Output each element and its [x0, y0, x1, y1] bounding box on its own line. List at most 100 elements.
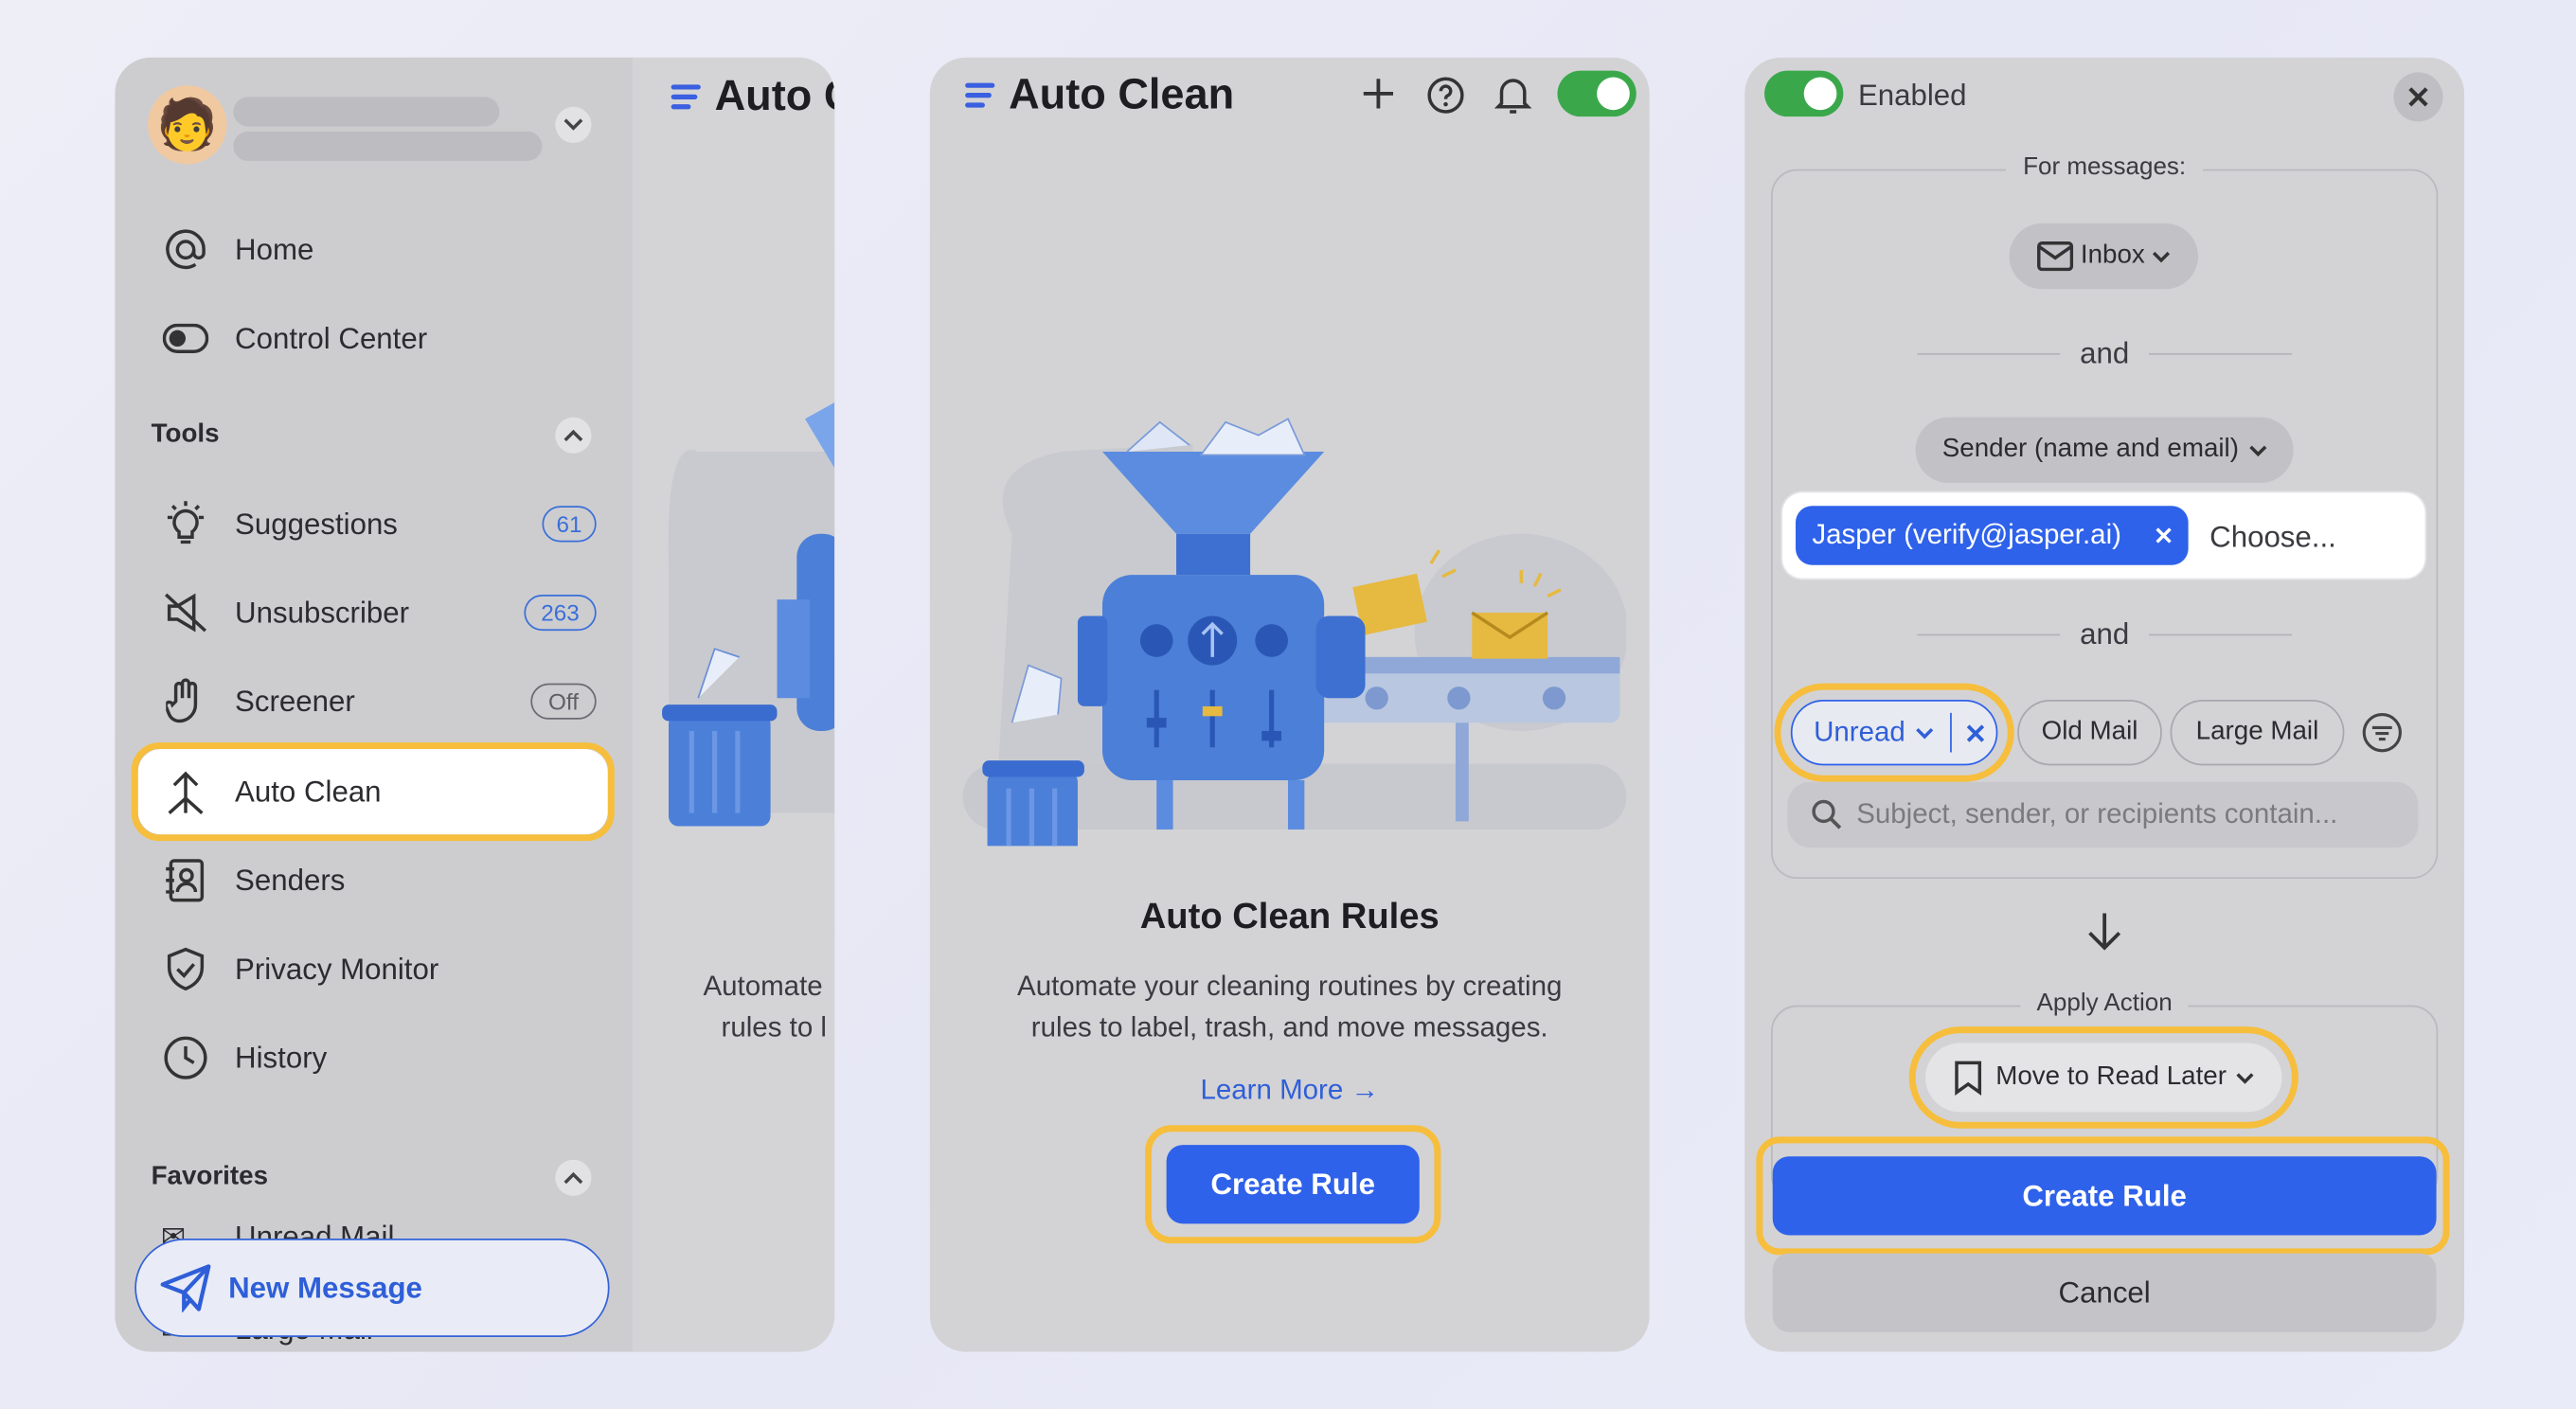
tools-collapse-chevron-icon[interactable] [555, 417, 592, 454]
unread-filter-chip[interactable]: Unread [1790, 699, 1998, 766]
sidebar-item-senders[interactable]: Senders [161, 847, 597, 913]
sidebar-item-label: Auto Clean [235, 774, 382, 808]
learn-more-link[interactable]: Learn More → [930, 1074, 1650, 1107]
mute-megaphone-icon [161, 588, 210, 637]
help-icon[interactable] [1426, 76, 1466, 123]
old-mail-filter-chip[interactable]: Old Mail [2017, 699, 2162, 766]
sender-field-dropdown[interactable]: Sender (name and email) [1915, 417, 2294, 484]
clock-icon [161, 1033, 210, 1082]
account-chevron-down-icon[interactable] [555, 106, 592, 143]
empty-state-desc-line2: rules to label, trash, and move messages… [1030, 1011, 1548, 1043]
auto-clean-peek-view: Auto Clean Automate rules to l [632, 57, 835, 1352]
hand-icon [161, 677, 210, 726]
sender-choose-placeholder[interactable]: Choose... [2209, 521, 2336, 555]
panel-title-text: Auto Clean [1009, 68, 1235, 118]
action-value: Move to Read Later [1995, 1062, 2227, 1091]
new-message-label: New Message [228, 1270, 422, 1304]
sidebar-item-auto-clean[interactable]: Auto Clean [161, 758, 597, 824]
screener-status-badge: Off [530, 683, 597, 720]
shield-check-icon [161, 944, 210, 993]
chevron-down-icon [2236, 1072, 2254, 1083]
sidebar-item-label: Privacy Monitor [235, 952, 439, 985]
sidebar-item-label: Control Center [235, 321, 428, 354]
filter-options-icon[interactable] [2361, 711, 2404, 754]
remove-filter-icon[interactable] [1967, 723, 1985, 741]
sidebar-item-screener[interactable]: Screener Off [161, 669, 597, 734]
screen: 🧑 Home Control Center Tools Suggestions … [0, 0, 2576, 1409]
contains-search-input[interactable]: Subject, sender, or recipients contain..… [1787, 781, 2419, 848]
action-dropdown[interactable]: Move to Read Later [1925, 1043, 2282, 1113]
sidebar-item-unsubscriber[interactable]: Unsubscriber 263 [161, 580, 597, 645]
create-rule-button[interactable]: Create Rule [1772, 1156, 2437, 1236]
search-icon [1811, 798, 1844, 831]
sender-chip[interactable]: Jasper (verify@jasper.ai) [1796, 506, 2189, 565]
envelope-icon [2037, 241, 2074, 272]
auto-clean-icon [161, 767, 210, 816]
sidebar-item-label: History [235, 1040, 328, 1074]
sidebar-item-label: Home [235, 232, 314, 266]
empty-state-heading: Auto Clean Rules [1139, 895, 1440, 936]
auto-clean-toggle[interactable] [1557, 70, 1637, 117]
suggestions-count-badge: 61 [542, 506, 597, 543]
sender-field-value: Sender (name and email) [1941, 435, 2239, 464]
tools-section-header: Tools [151, 420, 220, 449]
chevron-down-icon [2248, 444, 2266, 456]
peek-title-text: Auto Clean [714, 70, 835, 120]
auto-clean-empty-panel: Auto Clean Auto Clean Rules Automate you… [929, 57, 1650, 1352]
peek-desc-line2: rules to l [721, 1011, 827, 1043]
contacts-icon [161, 856, 210, 905]
add-icon[interactable] [1360, 76, 1396, 120]
sender-chip-label: Jasper (verify@jasper.ai) [1812, 519, 2121, 551]
menu-lines-icon[interactable] [963, 80, 996, 109]
large-mail-filter-chip[interactable]: Large Mail [2170, 699, 2345, 766]
sidebar-panel: 🧑 Home Control Center Tools Suggestions … [115, 57, 835, 1352]
empty-state-desc-line1: Automate your cleaning routines by creat… [1017, 971, 1563, 1003]
unsubscriber-count-badge: 263 [524, 594, 597, 632]
bell-icon[interactable] [1494, 74, 1533, 125]
profile-name-redacted [233, 97, 500, 127]
and-separator: and [1917, 617, 2292, 651]
close-button[interactable] [2393, 72, 2443, 122]
cancel-button[interactable]: Cancel [1772, 1253, 2437, 1332]
remove-chip-icon[interactable] [2156, 527, 2172, 544]
and-separator: and [1917, 337, 2292, 371]
close-icon [2406, 85, 2429, 108]
new-message-button[interactable]: New Message [134, 1238, 610, 1338]
bookmark-icon [1953, 1060, 1982, 1096]
mailbox-dropdown[interactable]: Inbox [2009, 223, 2199, 290]
avatar-emoji: 🧑 [156, 98, 219, 152]
enabled-label: Enabled [1857, 79, 1967, 112]
profile-email-redacted [233, 131, 543, 162]
favorites-collapse-chevron-icon[interactable] [555, 1159, 592, 1196]
sidebar-item-label: Senders [235, 863, 346, 897]
avatar[interactable]: 🧑 [148, 85, 227, 165]
chevron-down-icon [2152, 251, 2170, 262]
apply-action-label: Apply Action [1744, 989, 2464, 1017]
paper-plane-icon [159, 1263, 212, 1313]
contains-search-placeholder: Subject, sender, or recipients contain..… [1856, 798, 2338, 830]
favorites-section-header: Favorites [151, 1163, 268, 1191]
create-rule-button[interactable]: Create Rule [1166, 1145, 1420, 1224]
arrow-down-icon [2084, 910, 2124, 953]
mailbox-value: Inbox [2080, 241, 2145, 270]
sidebar: 🧑 Home Control Center Tools Suggestions … [115, 57, 633, 1352]
lightbulb-icon [161, 499, 210, 548]
panel-title: Auto Clean [963, 68, 1235, 120]
at-sign-icon [161, 225, 210, 275]
sidebar-item-label: Suggestions [235, 507, 398, 540]
chevron-down-icon [1915, 727, 1933, 739]
peek-title: Auto Clean [669, 71, 834, 122]
sidebar-item-control-center[interactable]: Control Center [161, 306, 597, 371]
unread-filter-label: Unread [1814, 716, 1905, 748]
sidebar-item-home[interactable]: Home [161, 217, 597, 282]
sidebar-item-privacy-monitor[interactable]: Privacy Monitor [161, 936, 597, 1002]
sidebar-item-history[interactable]: History [161, 1025, 597, 1090]
sidebar-item-suggestions[interactable]: Suggestions 61 [161, 491, 597, 557]
peek-desc-line1: Automate [703, 971, 823, 1003]
rule-enabled-toggle[interactable] [1764, 70, 1844, 117]
for-messages-label: For messages: [1744, 152, 2464, 181]
toggle-icon [161, 313, 210, 363]
sidebar-item-label: Screener [235, 684, 355, 718]
sidebar-item-label: Unsubscriber [235, 595, 410, 629]
peek-illustration [662, 402, 835, 827]
